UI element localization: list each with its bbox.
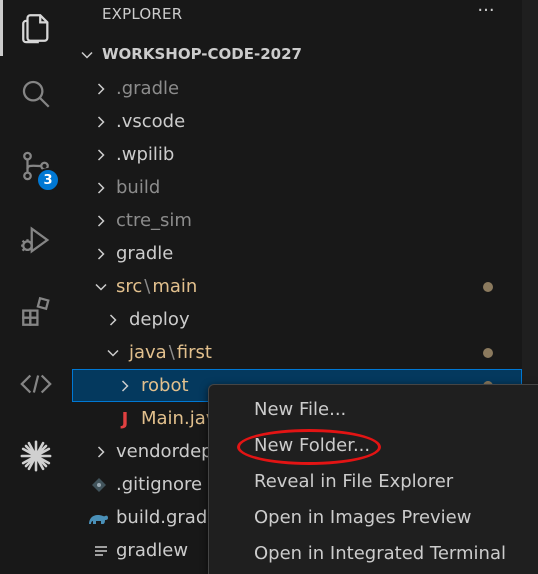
menu-item-open-in-integrated-terminal[interactable]: Open in Integrated Terminal bbox=[209, 537, 538, 571]
tree-item-label: .vscode bbox=[116, 111, 186, 132]
menu-item-label: New File... bbox=[254, 399, 347, 420]
active-indicator bbox=[0, 0, 3, 56]
menu-item-label: New Folder... bbox=[254, 435, 371, 456]
path-separator: \ bbox=[168, 342, 175, 363]
chevron-right-icon bbox=[97, 149, 105, 161]
tree-item-label: gradlew bbox=[116, 540, 189, 561]
files-icon bbox=[22, 14, 49, 44]
chevron-right-icon bbox=[109, 314, 117, 326]
chevron-right-icon bbox=[97, 116, 105, 128]
modified-dot bbox=[483, 348, 493, 358]
git-file-icon bbox=[92, 478, 106, 492]
menu-item-reveal-in-file-explorer[interactable]: Reveal in File Explorer bbox=[209, 465, 538, 499]
source-control-badge: 3 bbox=[36, 168, 60, 192]
path-segment-java: java bbox=[129, 342, 167, 363]
path-segment-first: first bbox=[176, 342, 212, 363]
menu-item-label: Open in Integrated Terminal bbox=[254, 543, 506, 564]
tree-item-label: .wpilib bbox=[116, 144, 175, 165]
chevron-down-icon bbox=[107, 349, 119, 357]
tree-item-ctre-sim[interactable]: ctre_sim bbox=[72, 204, 522, 237]
tree-item-deploy[interactable]: deploy bbox=[72, 303, 522, 336]
path-separator: \ bbox=[144, 276, 151, 297]
tree-item-label: vendordeps bbox=[116, 441, 222, 462]
workspace-section-header[interactable]: WORKSHOP-CODE-2027 bbox=[72, 40, 522, 70]
chevron-right-icon bbox=[97, 248, 105, 260]
workspace-title: WORKSHOP-CODE-2027 bbox=[102, 45, 302, 63]
tree-item-label: .gradle bbox=[116, 78, 180, 99]
modified-dot bbox=[483, 282, 493, 292]
tree-item-label: robot bbox=[141, 375, 189, 396]
tree-item-label: build bbox=[116, 177, 161, 198]
tree-item-build[interactable]: build bbox=[72, 171, 522, 204]
tree-item-vscode[interactable]: .vscode bbox=[72, 105, 522, 138]
explorer-title: EXPLORER bbox=[102, 5, 183, 23]
gradle-elephant-icon bbox=[89, 515, 108, 524]
tree-item-label: src \ main bbox=[116, 276, 197, 297]
tree-item-src-main[interactable]: src \ main bbox=[72, 270, 522, 303]
tree-item-wpilib[interactable]: .wpilib bbox=[72, 138, 522, 171]
activity-explorer[interactable] bbox=[0, 0, 72, 56]
tree-item-label: .gitignore bbox=[116, 474, 203, 495]
activity-extensions[interactable] bbox=[0, 284, 72, 340]
chevron-down-icon bbox=[95, 283, 107, 291]
activity-source-control[interactable] bbox=[0, 138, 72, 194]
tree-item-label: ctre_sim bbox=[116, 210, 192, 231]
menu-item-new-file[interactable]: New File... bbox=[209, 393, 538, 427]
tree-item-label: deploy bbox=[129, 309, 190, 330]
menu-item-open-in-images-preview[interactable]: Open in Images Preview bbox=[209, 501, 538, 535]
more-actions-icon[interactable]: ··· bbox=[472, 1, 500, 25]
tree-item-label: java \ first bbox=[129, 342, 212, 363]
chevron-right-icon bbox=[121, 380, 129, 392]
path-segment-src: src bbox=[116, 276, 143, 297]
chevron-down-icon bbox=[81, 51, 93, 59]
extensions-icon bbox=[22, 296, 50, 326]
context-menu: New File... New Folder... Reveal in File… bbox=[208, 384, 538, 574]
path-segment-main: main bbox=[152, 276, 198, 297]
activity-bar: 3 bbox=[0, 0, 72, 574]
tree-item-java-first[interactable]: java \ first bbox=[72, 336, 522, 369]
search-icon bbox=[22, 80, 50, 108]
menu-item-label: Open in Images Preview bbox=[254, 507, 472, 528]
chevron-right-icon bbox=[97, 215, 105, 227]
tree-item-label: gradle bbox=[116, 243, 174, 264]
java-file-icon: J bbox=[121, 408, 129, 430]
wpilib-icon bbox=[20, 440, 52, 472]
activity-wpilib[interactable] bbox=[0, 428, 72, 484]
chevron-right-icon bbox=[97, 83, 105, 95]
text-file-icon bbox=[95, 546, 107, 556]
tree-item-gradle-hidden[interactable]: .gradle bbox=[72, 72, 522, 105]
run-debug-icon bbox=[21, 226, 50, 254]
tree-item-gradle[interactable]: gradle bbox=[72, 237, 522, 270]
menu-item-label: Reveal in File Explorer bbox=[254, 471, 454, 492]
activity-run-debug[interactable] bbox=[0, 212, 72, 268]
remote-explorer-icon bbox=[20, 374, 52, 394]
activity-remote[interactable] bbox=[0, 356, 72, 412]
menu-item-new-folder[interactable]: New Folder... bbox=[209, 429, 538, 463]
activity-search[interactable] bbox=[0, 66, 72, 122]
chevron-right-icon bbox=[97, 182, 105, 194]
chevron-right-icon bbox=[97, 446, 105, 458]
